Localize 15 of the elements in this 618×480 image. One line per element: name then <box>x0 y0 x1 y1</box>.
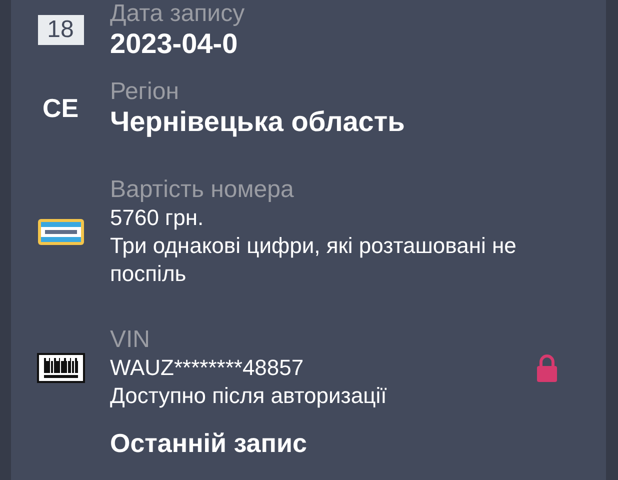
field-label: Регіон <box>110 78 180 106</box>
field-label: VIN <box>110 326 152 354</box>
barcode-icon <box>36 353 84 383</box>
field-value: Чернівецька область <box>110 106 406 138</box>
field-text: Доступно після авторизації <box>110 382 388 410</box>
region-code: CE <box>42 92 79 124</box>
calendar-icon: 18 <box>38 15 84 45</box>
field-label: Дата запису <box>110 0 246 28</box>
field-text: 5760 грн. <box>110 204 205 232</box>
field-value: 2023-04-0 <box>110 28 239 60</box>
field-label: Вартість номера <box>110 176 295 204</box>
field-text: Три однакові цифри, які розташовані не поспіль <box>110 232 518 288</box>
section-heading: Останній запис <box>110 428 308 458</box>
license-plate-icon <box>36 218 84 246</box>
field-text: WAUZ********48857 <box>110 354 305 382</box>
